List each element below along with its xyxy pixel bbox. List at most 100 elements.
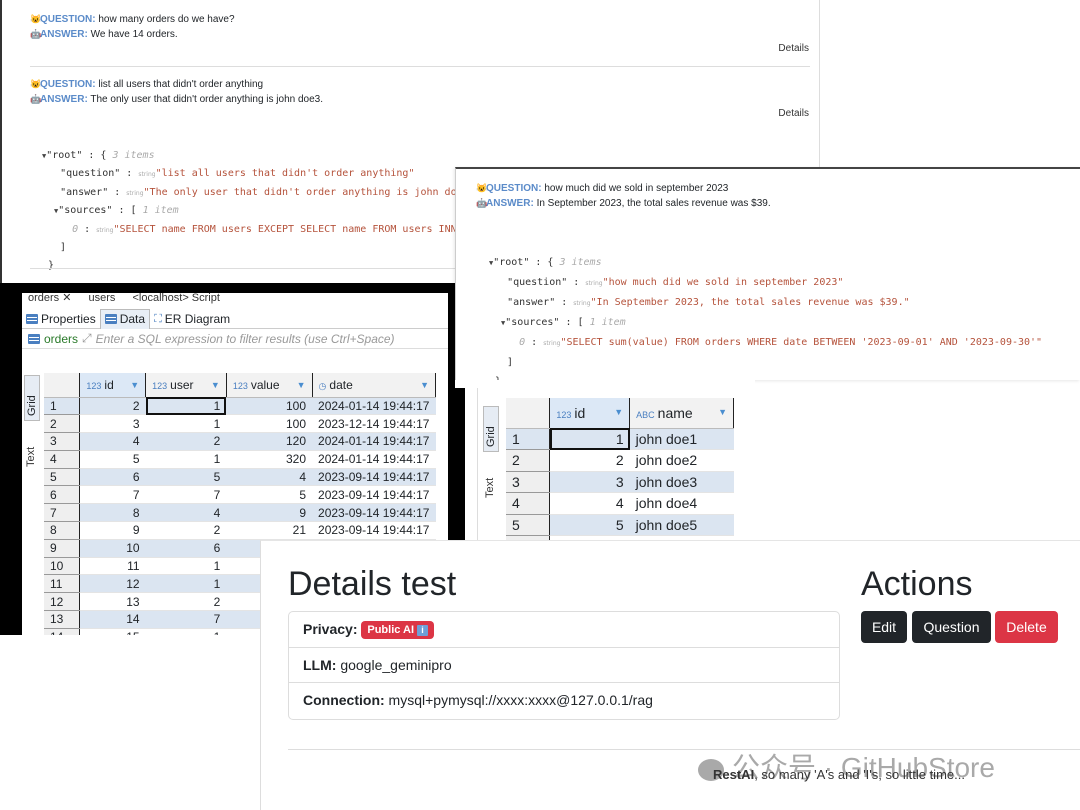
- page-title: Details test: [288, 565, 457, 603]
- sort-dropdown-icon[interactable]: ▼: [297, 380, 306, 390]
- table-cell[interactable]: 2023-09-14 19:44:17: [312, 521, 436, 540]
- table-cell[interactable]: 13: [79, 592, 146, 612]
- table-cell[interactable]: john doe5: [629, 514, 734, 536]
- table-cell[interactable]: john doe2: [629, 449, 734, 472]
- table-cell[interactable]: 4: [79, 432, 146, 451]
- table-cell[interactable]: 2: [145, 432, 227, 451]
- table-cell[interactable]: 1: [145, 574, 227, 594]
- column-header-date[interactable]: ◷ date ▼: [312, 373, 437, 398]
- filter-input[interactable]: Enter a SQL expression to filter results…: [96, 332, 395, 346]
- table-row[interactable]: 3 3 john doe3: [506, 471, 734, 493]
- column-header-value[interactable]: 123 value ▼: [226, 373, 313, 398]
- table-cell[interactable]: 21: [226, 521, 313, 540]
- table-cell[interactable]: 100: [226, 414, 313, 434]
- table-row[interactable]: 4 5 1 320 2024-01-14 19:44:17: [44, 450, 436, 469]
- tab-grid[interactable]: Grid: [483, 406, 499, 452]
- tab-script[interactable]: <localhost> Script: [132, 293, 219, 304]
- table-cell[interactable]: 4: [226, 468, 313, 487]
- table-cell[interactable]: 2: [79, 397, 146, 416]
- table-cell[interactable]: 12: [79, 574, 146, 594]
- table-row[interactable]: 4 4 john doe4: [506, 492, 734, 515]
- tab-users[interactable]: users: [89, 293, 116, 304]
- table-cell[interactable]: 2024-01-14 19:44:17: [312, 432, 436, 451]
- table-cell[interactable]: 5: [145, 468, 227, 487]
- tab-properties[interactable]: Properties: [22, 309, 100, 329]
- table-cell[interactable]: 1: [145, 628, 227, 635]
- table-row[interactable]: 1 1 john doe1: [506, 428, 734, 450]
- tab-er-diagram[interactable]: ⛶ ER Diagram: [150, 309, 234, 329]
- table-cell[interactable]: 2024-01-14 19:44:17: [312, 397, 436, 416]
- details-link[interactable]: Details: [778, 108, 809, 119]
- table-cell[interactable]: 2: [549, 449, 630, 472]
- table-cell[interactable]: 7: [145, 610, 227, 629]
- table-row[interactable]: 2 3 1 100 2023-12-14 19:44:17: [44, 414, 436, 434]
- table-cell[interactable]: 1: [145, 397, 227, 416]
- table-cell[interactable]: 6: [145, 539, 227, 558]
- table-cell[interactable]: 7: [79, 485, 146, 505]
- table-cell[interactable]: 9: [226, 503, 313, 523]
- clock-icon: ◷: [318, 380, 327, 391]
- column-header-id[interactable]: 123 id ▼: [79, 373, 147, 398]
- tab-data[interactable]: Data: [99, 308, 151, 329]
- expand-icon[interactable]: ⤢: [82, 331, 92, 346]
- table-cell[interactable]: 8: [79, 503, 146, 523]
- table-cell[interactable]: 14: [79, 610, 146, 629]
- table-cell[interactable]: john doe3: [629, 471, 734, 493]
- tab-text[interactable]: Text: [483, 456, 497, 502]
- table-cell[interactable]: 2: [145, 592, 227, 612]
- column-header-name[interactable]: ABC name ▼: [629, 398, 734, 429]
- table-cell[interactable]: 5: [226, 485, 313, 505]
- table-cell[interactable]: 2024-01-14 19:44:17: [312, 450, 436, 469]
- table-row[interactable]: 5 6 5 4 2023-09-14 19:44:17: [44, 468, 436, 487]
- table-cell[interactable]: 2023-09-14 19:44:17: [312, 485, 436, 505]
- sort-dropdown-icon[interactable]: ▼: [420, 380, 429, 390]
- tab-orders[interactable]: orders ✕: [28, 293, 71, 304]
- table-cell[interactable]: 1: [549, 428, 630, 450]
- connection-row: Connection: mysql+pymysql://xxxx:xxxx@12…: [289, 683, 839, 719]
- table-cell[interactable]: 3: [549, 471, 630, 493]
- table-cell[interactable]: 100: [226, 397, 313, 416]
- table-cell[interactable]: 1: [145, 450, 227, 469]
- table-cell[interactable]: 2023-09-14 19:44:17: [312, 468, 436, 487]
- column-header-id[interactable]: 123 id ▼: [549, 398, 631, 429]
- table-cell[interactable]: 1: [145, 557, 227, 576]
- column-header-user[interactable]: 123 user ▼: [145, 373, 227, 398]
- table-cell[interactable]: 4: [549, 492, 630, 515]
- table-cell[interactable]: 11: [79, 557, 146, 576]
- sort-dropdown-icon[interactable]: ▼: [718, 407, 727, 417]
- table-cell[interactable]: 320: [226, 450, 313, 469]
- table-row[interactable]: 7 8 4 9 2023-09-14 19:44:17: [44, 503, 436, 523]
- sort-dropdown-icon[interactable]: ▼: [130, 380, 139, 390]
- table-cell[interactable]: 2: [145, 521, 227, 540]
- table-cell[interactable]: 9: [79, 521, 146, 540]
- table-cell[interactable]: 6: [79, 468, 146, 487]
- table-cell[interactable]: 10: [79, 539, 146, 558]
- table-cell[interactable]: 120: [226, 432, 313, 451]
- table-cell[interactable]: john doe1: [629, 428, 734, 450]
- table-cell[interactable]: 5: [549, 514, 630, 536]
- table-row[interactable]: 8 9 2 21 2023-09-14 19:44:17: [44, 521, 436, 540]
- tab-grid[interactable]: Grid: [24, 375, 40, 421]
- table-row[interactable]: 2 2 john doe2: [506, 449, 734, 472]
- table-cell[interactable]: 15: [79, 628, 146, 635]
- table-cell[interactable]: 4: [145, 503, 227, 523]
- sort-dropdown-icon[interactable]: ▼: [614, 407, 623, 417]
- table-row[interactable]: 5 5 john doe5: [506, 514, 734, 536]
- edit-button[interactable]: Edit: [861, 611, 907, 643]
- table-cell[interactable]: john doe4: [629, 492, 734, 515]
- table-cell[interactable]: 5: [79, 450, 146, 469]
- table-cell[interactable]: 1: [145, 414, 227, 434]
- table-row[interactable]: 3 4 2 120 2024-01-14 19:44:17: [44, 432, 436, 451]
- table-cell[interactable]: 3: [79, 414, 146, 434]
- table-cell[interactable]: 7: [145, 485, 227, 505]
- table-row[interactable]: 1 2 1 100 2024-01-14 19:44:17: [44, 397, 436, 416]
- delete-button[interactable]: Delete: [995, 611, 1058, 643]
- question-button[interactable]: Question: [912, 611, 991, 643]
- table-cell[interactable]: 2023-12-14 19:44:17: [312, 414, 436, 434]
- table-row[interactable]: 6 7 7 5 2023-09-14 19:44:17: [44, 485, 436, 505]
- question-text: how many orders do we have?: [98, 14, 235, 25]
- tab-text[interactable]: Text: [24, 425, 38, 471]
- sort-dropdown-icon[interactable]: ▼: [211, 380, 220, 390]
- details-link[interactable]: Details: [778, 43, 809, 54]
- table-cell[interactable]: 2023-09-14 19:44:17: [312, 503, 436, 523]
